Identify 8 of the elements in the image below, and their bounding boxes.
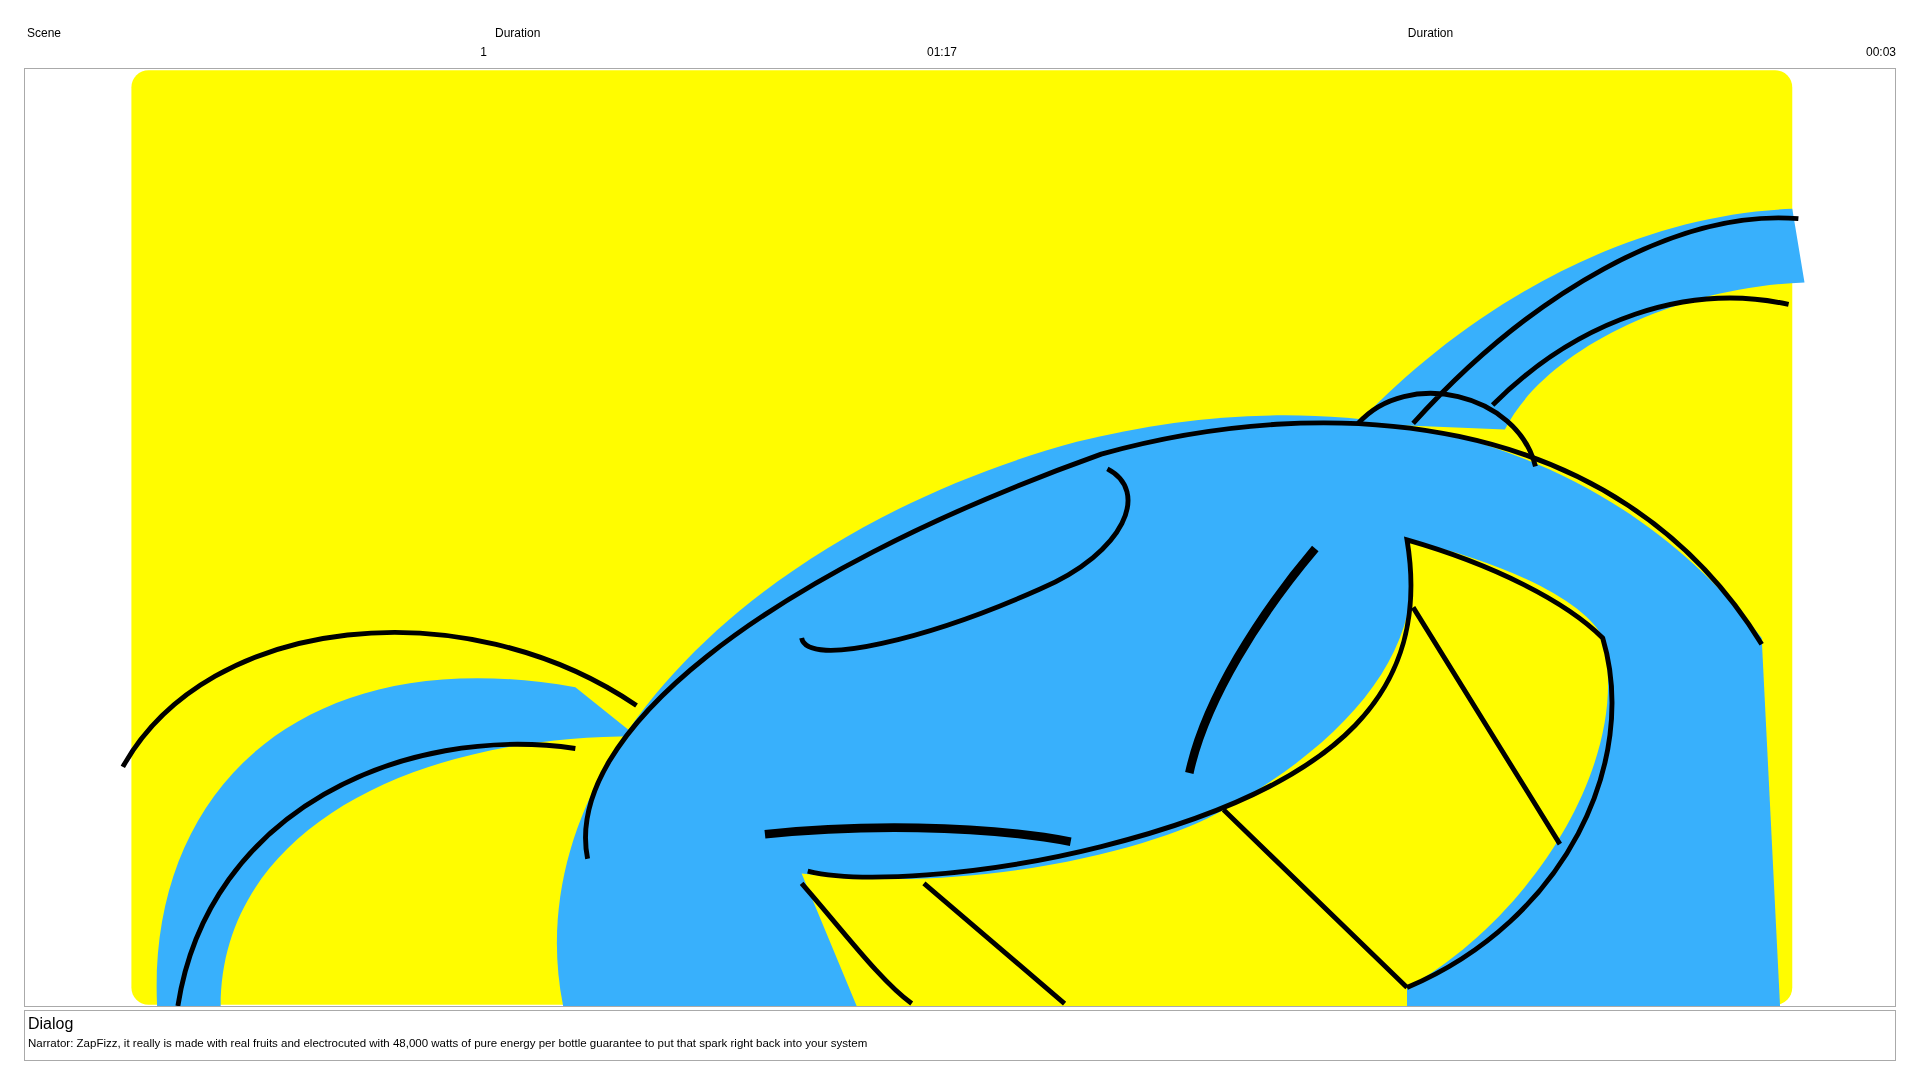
column-value: 1 [480, 45, 487, 59]
column-label: Duration [1407, 26, 1454, 40]
dialog-title: Dialog [28, 1015, 74, 1033]
column-label: Duration [495, 26, 541, 40]
column-label: Scene [27, 26, 62, 40]
dialog-text: Narrator: ZapFizz, it really is made with real fruits and electrocuted with 48,000 watts of pure energy per bottle guarantee to put that spark right back into your system [28, 1037, 868, 1049]
column-value: 00:03 [1865, 45, 1896, 59]
column-value: 01:17 [926, 45, 957, 59]
